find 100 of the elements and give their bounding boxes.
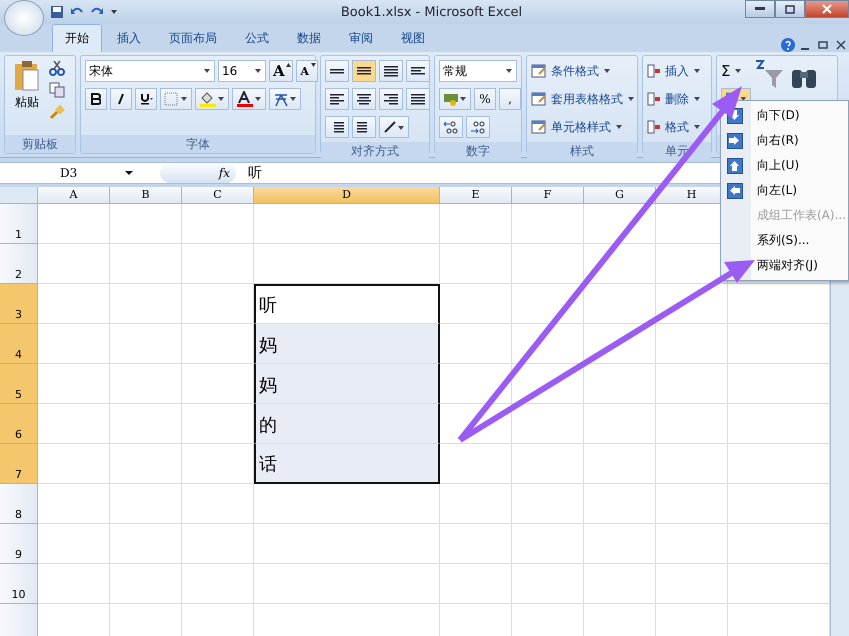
cells-menu-button[interactable]: 格式 [647,116,701,138]
group-label: 对齐方式 [321,142,429,160]
styles-menu-button[interactable]: 单元格样式 [531,116,635,138]
autosum-button[interactable]: Σ [721,60,751,82]
align-right-button[interactable] [379,88,403,110]
table-cell [110,244,182,284]
row-header[interactable]: 6 [0,404,38,444]
italic-button[interactable] [110,88,132,110]
row-header[interactable]: 8 [0,484,38,524]
menu-item[interactable]: 系列(S)... [721,228,848,253]
ribbon-tab[interactable]: 审阅 [336,24,386,52]
increase-decimal-icon [443,120,459,134]
top-align-button[interactable] [325,60,349,82]
table-cell: 话 [254,444,440,484]
table-cell [110,564,182,604]
table-cell: 听 [254,284,440,324]
column-header[interactable]: D [254,187,440,204]
table-cell [584,564,656,604]
bold-button[interactable] [85,88,107,110]
ribbon-tab[interactable]: 插入 [104,24,154,52]
save-icon[interactable] [50,5,64,19]
office-button[interactable] [4,0,44,36]
name-box[interactable]: D3 [0,166,160,180]
row-header[interactable]: 3 [0,284,38,324]
row-header[interactable]: 7 [0,444,38,484]
close-button[interactable] [805,0,849,18]
sort-filter-icon[interactable] [755,60,785,90]
table-cell [110,484,182,524]
group-label: 剪贴板 [5,135,75,153]
bottom-align-button[interactable] [379,60,403,82]
fill-color-button[interactable] [195,88,229,110]
menu-item[interactable]: 两端对齐(J) [721,253,848,278]
column-header[interactable]: C [182,187,254,204]
formula-field[interactable]: 听 [236,164,262,182]
shrink-font-button[interactable]: A [296,60,318,82]
increase-decimal-button[interactable] [439,116,463,138]
column-header[interactable]: G [584,187,656,204]
ribbon-tab[interactable]: 页面布局 [156,24,230,52]
window-title: Book1.xlsx - Microsoft Excel [340,4,524,20]
row-header[interactable]: 1 [0,204,38,244]
table-cell [440,244,512,284]
cells-menu-button[interactable]: 删除 [647,88,701,110]
paste-button[interactable]: 粘贴 [9,60,45,131]
align-left-button[interactable] [325,88,349,110]
underline-button[interactable] [135,88,157,110]
font-color-button[interactable] [232,88,266,110]
ribbon-tab[interactable]: 视图 [388,24,438,52]
row-header[interactable]: 4 [0,324,38,364]
table-cell [440,204,512,244]
menu-item[interactable]: 向右(R) [721,128,848,153]
column-header[interactable]: B [110,187,182,204]
row-header[interactable]: 10 [0,564,38,604]
minimize-button[interactable] [745,0,775,18]
comma-button[interactable]: , [499,88,521,110]
align-center-button[interactable] [352,88,376,110]
grow-font-button[interactable]: A [269,60,293,82]
row-header[interactable]: 9 [0,524,38,564]
styles-menu-button[interactable]: 套用表格格式 [531,88,635,110]
underline-icon [139,93,153,105]
increase-indent-button[interactable] [352,116,376,138]
help-icon[interactable] [781,38,795,52]
clipboard-icon [14,60,40,92]
cells-icon [647,120,661,134]
column-header[interactable]: E [440,187,512,204]
styles-menu-button[interactable]: 条件格式 [531,60,635,82]
decrease-decimal-button[interactable] [466,116,490,138]
table-cell [656,364,728,404]
borders-icon [164,92,188,106]
insert-function-button[interactable]: fx [160,163,236,183]
cells-icon [647,92,661,106]
table-cell [38,364,110,404]
merge-cells-button[interactable] [406,88,430,110]
font-name-field[interactable]: 宋体 [85,60,215,82]
maximize-button[interactable] [775,0,805,18]
align-center-icon [356,94,372,104]
ribbon-tab[interactable]: 公式 [232,24,282,52]
percent-button[interactable]: % [474,88,496,110]
borders-button[interactable] [160,88,192,110]
column-header[interactable]: A [38,187,110,204]
cells-menu-button[interactable]: 插入 [647,60,701,82]
menu-item[interactable]: 向上(U) [721,153,848,178]
row-header[interactable]: 5 [0,364,38,404]
phonetic-button[interactable] [269,88,301,110]
wrap-text-button[interactable] [406,60,430,82]
scissors-icon[interactable] [49,60,65,76]
column-header[interactable]: F [512,187,584,204]
table-cell [656,324,728,364]
dropdown-caret-icon [203,68,211,74]
currency-button[interactable] [439,88,471,110]
decrease-indent-button[interactable] [325,116,349,138]
ribbon-tab[interactable]: 数据 [284,24,334,52]
orientation-button[interactable] [379,116,409,138]
row-header[interactable]: 2 [0,244,38,284]
ribbon-tab[interactable]: 开始 [52,24,102,52]
number-format-field[interactable]: 常规 [439,60,517,82]
copy-icon[interactable] [49,82,65,98]
middle-align-button[interactable] [352,60,376,82]
customize-caret-icon[interactable] [110,8,118,16]
dropdown-caret-icon [615,124,623,130]
font-size-field[interactable]: 16 [218,60,266,82]
